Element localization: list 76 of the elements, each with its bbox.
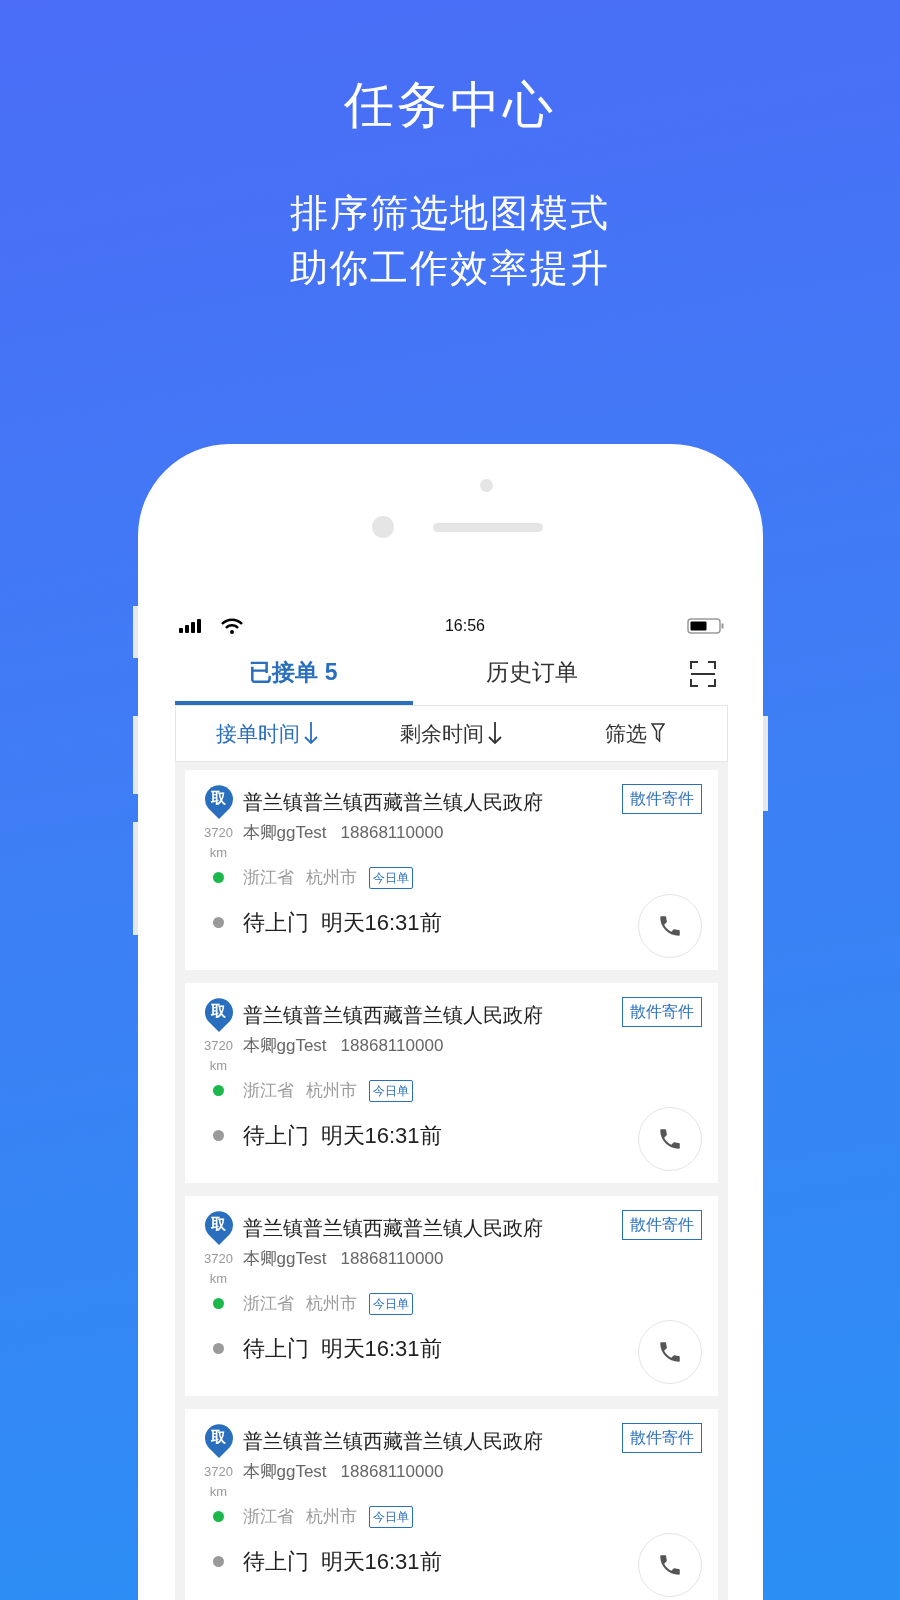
battery-icon bbox=[687, 617, 726, 634]
distance-unit: km bbox=[209, 1484, 228, 1500]
today-badge: 今日单 bbox=[368, 1292, 413, 1315]
location-dot bbox=[213, 1298, 224, 1310]
headline-subtitle: 排序筛选地图模式 bbox=[290, 191, 610, 236]
scan-icon bbox=[689, 660, 716, 687]
pickup-deadline: 明天16:31前 bbox=[320, 1122, 442, 1151]
province-name: 浙江省 bbox=[242, 1079, 294, 1102]
order-type-tag: 散件寄件 bbox=[621, 1422, 702, 1453]
distance-unit: km bbox=[209, 1271, 228, 1287]
province-name: 浙江省 bbox=[242, 866, 294, 889]
sort-option[interactable]: 剩余时间 bbox=[359, 705, 543, 761]
pickup-deadline: 明天16:31前 bbox=[320, 1335, 442, 1364]
status-dot bbox=[213, 1130, 224, 1142]
pickup-pin-icon: 取 bbox=[203, 783, 234, 820]
distance-unit: km bbox=[209, 1058, 228, 1074]
distance-unit: km bbox=[209, 845, 228, 861]
distance-value: 3720 bbox=[204, 824, 233, 841]
pickup-deadline: 明天16:31前 bbox=[320, 909, 442, 938]
sort-option[interactable]: 接单时间 bbox=[175, 705, 360, 761]
location-dot bbox=[213, 872, 224, 884]
status-dot bbox=[213, 1556, 224, 1568]
wifi-icon bbox=[220, 617, 243, 634]
pickup-address: 普兰镇普兰镇西藏普兰镇人民政府 bbox=[242, 789, 543, 815]
pickup-pin-icon: 取 bbox=[203, 1209, 234, 1246]
order-status: 待上门 bbox=[242, 1122, 309, 1151]
distance-value: 3720 bbox=[204, 1250, 233, 1267]
city-name: 杭州市 bbox=[305, 866, 357, 889]
distance-value: 3720 bbox=[204, 1037, 233, 1054]
tab[interactable]: 历史订单 bbox=[412, 642, 651, 705]
contact-phone: 18868110000 bbox=[340, 1034, 444, 1057]
contact-name: 本卿ggTest bbox=[242, 1247, 327, 1270]
order-card[interactable]: 取 普兰镇普兰镇西藏普兰镇人民政府 3720 本卿ggTest 18868110000 km 浙江省 杭州市 今日单 待上门 明天16:31前 散件寄件 bbox=[184, 1408, 718, 1600]
province-name: 浙江省 bbox=[242, 1292, 294, 1315]
sensor-dot bbox=[479, 478, 493, 492]
order-status: 待上门 bbox=[242, 1335, 309, 1364]
camera-dot bbox=[371, 515, 394, 538]
today-badge: 今日单 bbox=[368, 1079, 413, 1102]
sort-option[interactable]: 筛选 bbox=[542, 705, 727, 761]
order-card[interactable]: 取 普兰镇普兰镇西藏普兰镇人民政府 3720 本卿ggTest 18868110000 km 浙江省 杭州市 今日单 待上门 明天16:31前 散件寄件 bbox=[184, 1195, 718, 1396]
order-status: 待上门 bbox=[242, 1548, 309, 1577]
pickup-address: 普兰镇普兰镇西藏普兰镇人民政府 bbox=[242, 1215, 543, 1241]
status-dot bbox=[213, 917, 224, 929]
distance-value: 3720 bbox=[204, 1463, 233, 1480]
order-card[interactable]: 取 普兰镇普兰镇西藏普兰镇人民政府 3720 本卿ggTest 18868110000 km 浙江省 杭州市 今日单 待上门 明天16:31前 散件寄件 bbox=[184, 982, 718, 1183]
contact-name: 本卿ggTest bbox=[242, 1460, 327, 1483]
contact-phone: 18868110000 bbox=[340, 1247, 444, 1270]
order-card[interactable]: 取 普兰镇普兰镇西藏普兰镇人民政府 3720 本卿ggTest 18868110000 km 浙江省 杭州市 今日单 待上门 明天16:31前 散件寄件 bbox=[184, 769, 718, 970]
pickup-deadline: 明天16:31前 bbox=[320, 1548, 442, 1577]
clock-time: 16:56 bbox=[444, 615, 485, 636]
today-badge: 今日单 bbox=[368, 866, 413, 889]
contact-phone: 18868110000 bbox=[340, 821, 444, 844]
order-status: 待上门 bbox=[242, 909, 309, 938]
order-type-tag: 散件寄件 bbox=[621, 1209, 702, 1240]
status-dot bbox=[213, 1343, 224, 1355]
order-type-tag: 散件寄件 bbox=[621, 783, 702, 814]
arrow-down-icon bbox=[488, 721, 502, 746]
pickup-pin-icon: 取 bbox=[203, 1422, 234, 1459]
pickup-address: 普兰镇普兰镇西藏普兰镇人民政府 bbox=[242, 1002, 543, 1028]
filter-icon bbox=[650, 723, 665, 744]
pickup-pin-icon: 取 bbox=[203, 996, 234, 1033]
contact-name: 本卿ggTest bbox=[242, 1034, 327, 1057]
city-name: 杭州市 bbox=[305, 1079, 357, 1102]
headline-subtitle: 助你工作效率提升 bbox=[290, 246, 610, 292]
contact-name: 本卿ggTest bbox=[242, 821, 327, 844]
city-name: 杭州市 bbox=[305, 1505, 357, 1528]
headline-title: 任务中心 bbox=[343, 76, 557, 133]
city-name: 杭州市 bbox=[305, 1292, 357, 1315]
pickup-address: 普兰镇普兰镇西藏普兰镇人民政府 bbox=[242, 1428, 543, 1454]
location-dot bbox=[213, 1085, 224, 1097]
location-dot bbox=[213, 1511, 224, 1523]
province-name: 浙江省 bbox=[242, 1505, 294, 1528]
today-badge: 今日单 bbox=[368, 1505, 413, 1528]
contact-phone: 18868110000 bbox=[340, 1460, 444, 1483]
order-type-tag: 散件寄件 bbox=[621, 996, 702, 1027]
arrow-down-icon bbox=[304, 721, 319, 746]
